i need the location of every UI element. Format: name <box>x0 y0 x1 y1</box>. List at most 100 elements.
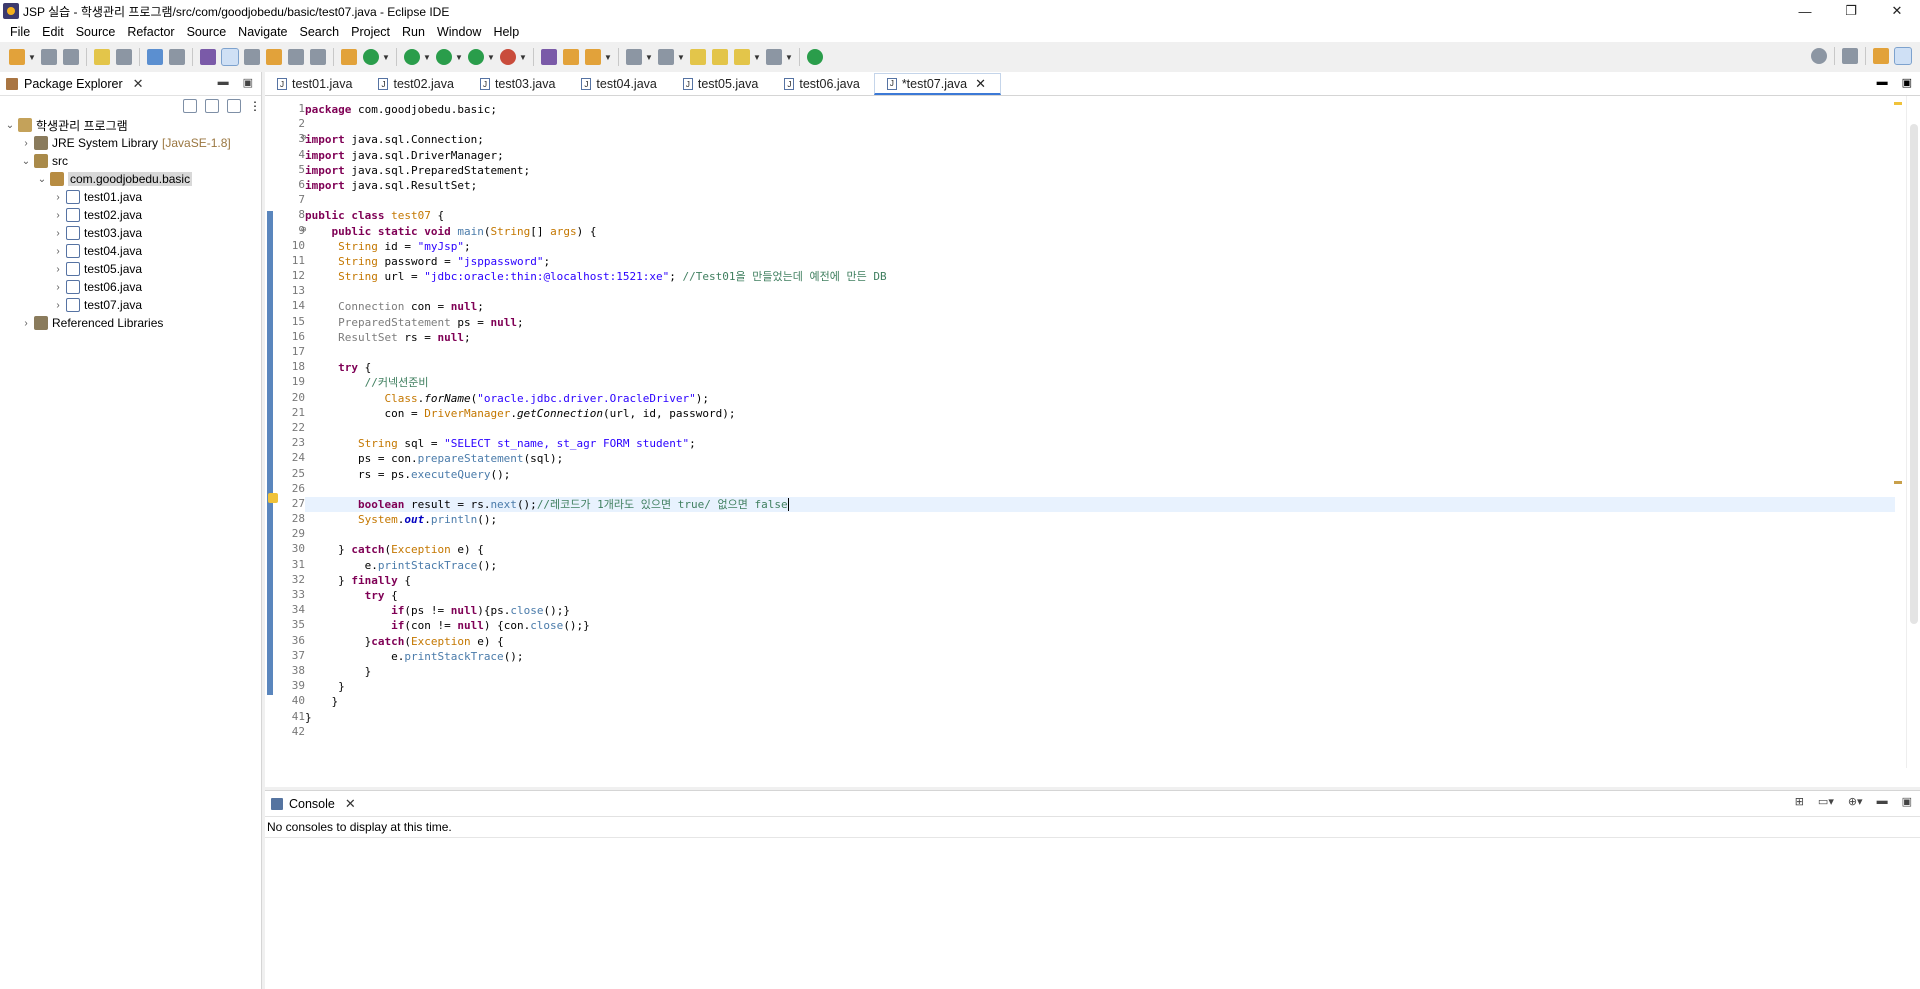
expand-icon[interactable]: › <box>52 228 64 239</box>
expand-icon[interactable]: › <box>52 246 64 257</box>
show-whitespace-icon[interactable] <box>310 49 326 65</box>
collapse-all-icon[interactable] <box>183 99 197 113</box>
debug-dropdown-icon[interactable]: ▼ <box>423 49 431 65</box>
pin-console-icon[interactable]: ⊞ <box>1795 795 1804 808</box>
collapse-icon[interactable]: ⌄ <box>4 120 16 131</box>
run-dropdown-icon[interactable]: ▼ <box>455 49 463 65</box>
sync-dropdown-icon[interactable]: ▼ <box>382 49 390 65</box>
editor-tab[interactable]: Jtest03.java <box>468 73 569 95</box>
scroll-thumb[interactable] <box>1910 124 1918 624</box>
tree-item-java-file[interactable]: › test04.java <box>0 242 261 260</box>
java-perspective-icon[interactable] <box>1894 47 1912 65</box>
tree-item-java-file[interactable]: › test02.java <box>0 206 261 224</box>
horizontal-scrollbar[interactable] <box>305 754 1905 768</box>
debug-icon[interactable] <box>404 49 420 65</box>
back-icon[interactable] <box>734 49 750 65</box>
previous-annotation-dropdown-icon[interactable]: ▼ <box>677 49 685 65</box>
menu-navigate[interactable]: Navigate <box>232 25 293 39</box>
tree-item-java-file[interactable]: › test06.java <box>0 278 261 296</box>
menu-search[interactable]: Search <box>294 25 346 39</box>
menu-run[interactable]: Run <box>396 25 431 39</box>
expand-icon[interactable]: › <box>20 138 32 149</box>
run-icon[interactable] <box>436 49 452 65</box>
tree-item-java-file[interactable]: › test05.java <box>0 260 261 278</box>
skip-breakpoints-icon[interactable] <box>169 49 185 65</box>
expand-icon[interactable]: › <box>52 192 64 203</box>
tree-item-jre[interactable]: › JRE System Library [JavaSE-1.8] <box>0 134 261 152</box>
maximize-button[interactable]: ❐ <box>1828 0 1874 22</box>
save-icon[interactable] <box>41 49 57 65</box>
mark-occurrences-icon[interactable] <box>221 48 239 66</box>
warning-marker[interactable] <box>1894 481 1902 484</box>
menu-edit[interactable]: Edit <box>36 25 70 39</box>
minimize-view-icon[interactable]: ▬ <box>218 76 229 89</box>
editor-tab[interactable]: Jtest01.java <box>265 73 366 95</box>
editor-tab-active[interactable]: J *test07.java ✕ <box>873 73 1002 95</box>
open-type-icon[interactable] <box>200 49 216 65</box>
editor-tab[interactable]: Jtest02.java <box>366 73 467 95</box>
menu-window[interactable]: Window <box>431 25 487 39</box>
coverage-dropdown-icon[interactable]: ▼ <box>487 49 495 65</box>
expand-icon[interactable]: › <box>52 210 64 221</box>
open-console-icon[interactable]: ⊕▾ <box>1848 795 1863 808</box>
warning-marker[interactable] <box>1894 102 1902 105</box>
package-explorer-tab[interactable]: Package Explorer ✕ <box>0 72 152 96</box>
search-icon[interactable] <box>1811 48 1827 64</box>
pin-editor-icon[interactable] <box>807 49 823 65</box>
link-with-editor-icon[interactable] <box>205 99 219 113</box>
maximize-view-icon[interactable]: ▣ <box>243 76 253 89</box>
code-area[interactable]: 1 2 3 4 5 6 7 8 9 10 11 12 13 14 15 16 17 18 19 20 21 22 23 24 2… <box>265 96 1920 768</box>
toggle-ant-icon[interactable] <box>244 49 260 65</box>
new-dropdown-icon[interactable]: ▼ <box>28 49 36 65</box>
tree-item-package[interactable]: ⌄ com.goodjobedu.basic <box>0 170 261 188</box>
vertical-scrollbar[interactable] <box>1906 96 1920 768</box>
terminal-icon[interactable] <box>147 49 163 65</box>
tree-item-java-file[interactable]: › test07.java <box>0 296 261 314</box>
redo-icon[interactable] <box>116 49 132 65</box>
close-icon[interactable]: ✕ <box>133 76 144 92</box>
tree-item-referenced-libraries[interactable]: › Referenced Libraries <box>0 314 261 332</box>
open-folder-icon[interactable] <box>563 49 579 65</box>
menu-project[interactable]: Project <box>345 25 396 39</box>
java-ee-icon[interactable] <box>341 49 357 65</box>
forward-edit-icon[interactable] <box>712 49 728 65</box>
new-icon[interactable] <box>9 49 25 65</box>
close-icon[interactable]: ✕ <box>975 76 986 92</box>
expand-icon[interactable]: › <box>20 318 32 329</box>
tree-item-java-file[interactable]: › test01.java <box>0 188 261 206</box>
expand-icon[interactable]: › <box>52 282 64 293</box>
undo-icon[interactable] <box>94 49 110 65</box>
expand-icon[interactable]: › <box>52 300 64 311</box>
back-dropdown-icon[interactable]: ▼ <box>753 49 761 65</box>
close-button[interactable]: ✕ <box>1874 0 1920 22</box>
overview-ruler[interactable] <box>1892 96 1904 768</box>
menu-source-2[interactable]: Source <box>181 25 233 39</box>
warning-icon[interactable] <box>268 493 278 503</box>
sync-icon[interactable] <box>363 49 379 65</box>
console-tab[interactable]: Console ✕ <box>265 792 364 816</box>
tree-item-src[interactable]: ⌄ src <box>0 152 261 170</box>
save-all-icon[interactable] <box>63 49 79 65</box>
external-tools-dropdown-icon[interactable]: ▼ <box>519 49 527 65</box>
focus-icon[interactable] <box>227 99 241 113</box>
forward-dropdown-icon[interactable]: ▼ <box>785 49 793 65</box>
menu-refactor[interactable]: Refactor <box>121 25 180 39</box>
display-console-icon[interactable]: ▭▾ <box>1818 795 1834 808</box>
menu-help[interactable]: Help <box>487 25 525 39</box>
close-icon[interactable]: ✕ <box>345 796 356 812</box>
java-ee-perspective-icon[interactable] <box>1873 48 1889 64</box>
maximize-editor-icon[interactable]: ▣ <box>1902 76 1912 89</box>
editor-tab[interactable]: Jtest06.java <box>772 73 873 95</box>
coverage-icon[interactable] <box>468 49 484 65</box>
open-perspective-icon[interactable] <box>1842 48 1858 64</box>
editor-tab[interactable]: Jtest04.java <box>569 73 670 95</box>
editor-tab[interactable]: Jtest05.java <box>671 73 772 95</box>
search-tool-icon[interactable] <box>585 49 601 65</box>
new-java-package-icon[interactable] <box>541 49 557 65</box>
word-wrap-icon[interactable] <box>288 49 304 65</box>
next-annotation-icon[interactable] <box>626 49 642 65</box>
next-annotation-dropdown-icon[interactable]: ▼ <box>645 49 653 65</box>
forward-icon[interactable] <box>766 49 782 65</box>
collapse-icon[interactable]: ⌄ <box>36 174 48 185</box>
minimize-button[interactable]: — <box>1782 0 1828 22</box>
